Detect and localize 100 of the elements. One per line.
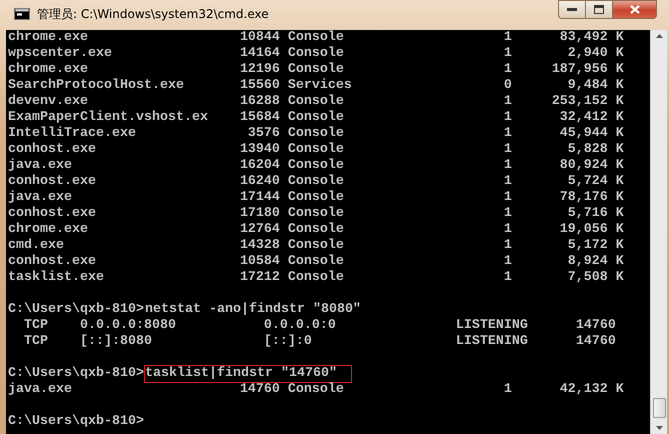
process-id: 17180: [240, 206, 280, 222]
memory-usage: 9,484 K: [566, 78, 624, 94]
session-name: Console: [288, 94, 345, 110]
process-name: devenv.exe: [8, 94, 89, 110]
session-number: 1: [504, 158, 512, 174]
session-name: Console: [288, 158, 345, 174]
process-id: 14760: [576, 318, 616, 334]
session-number: 1: [504, 206, 512, 222]
connection-state: LISTENING: [456, 334, 529, 350]
scroll-thumb[interactable]: [652, 398, 666, 418]
session-number: 1: [504, 174, 512, 190]
protocol: TCP: [24, 334, 49, 350]
process-name: conhost.exe: [8, 206, 97, 222]
process-id: 16204: [240, 158, 280, 174]
minimize-button[interactable]: [558, 0, 585, 19]
session-number: 1: [504, 126, 512, 142]
process-name: cmd.exe: [8, 238, 65, 254]
process-id: 12196: [240, 62, 280, 78]
process-id: 10584: [240, 254, 280, 270]
session-number: 1: [504, 46, 512, 62]
process-name: java.exe: [8, 190, 73, 206]
foreign-address: [::]:0: [264, 334, 313, 350]
memory-usage: 5,724 K: [566, 174, 624, 190]
memory-usage: 253,152 K: [550, 94, 624, 110]
session-number: 1: [504, 382, 512, 398]
process-id: 17144: [240, 190, 280, 206]
maximize-button[interactable]: [585, 0, 612, 19]
prompt-text: C:\Users\qxb-810>: [8, 302, 144, 318]
process-name: IntelliTrace.exe: [8, 126, 137, 142]
scroll-down-icon[interactable]: [656, 426, 662, 430]
process-name: tasklist.exe: [8, 270, 105, 286]
maximize-icon: [594, 5, 604, 14]
memory-usage: 80,924 K: [558, 158, 624, 174]
session-number: 1: [504, 254, 512, 270]
session-number: 1: [504, 270, 512, 286]
session-name: Console: [288, 46, 345, 62]
session-name: Console: [288, 238, 345, 254]
close-icon: [630, 5, 640, 14]
command-text: netstat -ano|findstr "8080": [144, 301, 362, 319]
process-name: chrome.exe: [8, 30, 89, 46]
process-name: wpscenter.exe: [8, 46, 113, 62]
process-id: 13940: [240, 142, 280, 158]
process-name: conhost.exe: [8, 142, 97, 158]
scroll-up-icon[interactable]: [656, 34, 662, 38]
memory-usage: 78,176 K: [558, 190, 624, 206]
session-name: Console: [288, 190, 345, 206]
memory-usage: 5,172 K: [566, 238, 624, 254]
memory-usage: 19,056 K: [558, 222, 624, 238]
memory-usage: 45,944 K: [558, 126, 624, 142]
prompt-text: C:\Users\qxb-810>: [8, 414, 144, 430]
session-number: 1: [504, 94, 512, 110]
session-number: 1: [504, 238, 512, 254]
scrollbar[interactable]: [650, 30, 667, 434]
foreign-address: 0.0.0.0:0: [264, 318, 337, 334]
process-id: 10844: [240, 30, 280, 46]
session-number: 1: [504, 62, 512, 78]
command-text: tasklist|findstr "14760": [144, 365, 352, 383]
process-id: 3576: [246, 126, 280, 142]
process-name: java.exe: [8, 382, 73, 398]
protocol: TCP: [24, 318, 49, 334]
close-button[interactable]: [612, 0, 657, 19]
session-name: Console: [288, 254, 345, 270]
local-address: 0.0.0.0:8080: [80, 318, 177, 334]
session-name: Console: [288, 142, 345, 158]
memory-usage: 42,132 K: [558, 382, 624, 398]
session-name: Services: [288, 78, 353, 94]
session-number: 1: [504, 142, 512, 158]
memory-usage: 2,940 K: [566, 46, 624, 62]
process-name: java.exe: [8, 158, 73, 174]
process-id: 15560: [240, 78, 280, 94]
session-name: Console: [288, 382, 345, 398]
session-number: 0: [504, 78, 512, 94]
process-id: 17212: [240, 270, 280, 286]
memory-usage: 7,508 K: [566, 270, 624, 286]
minimize-icon: [567, 8, 577, 12]
process-id: 14760: [240, 382, 280, 398]
session-number: 1: [504, 110, 512, 126]
session-name: Console: [288, 126, 345, 142]
window-title: 管理员: C:\Windows\system32\cmd.exe: [37, 6, 270, 22]
process-id: 14164: [240, 46, 280, 62]
process-name: SearchProtocolHost.exe: [8, 78, 185, 94]
process-name: chrome.exe: [8, 222, 89, 238]
session-name: Console: [288, 30, 345, 46]
memory-usage: 83,492 K: [558, 30, 624, 46]
memory-usage: 187,956 K: [550, 62, 624, 78]
process-name: chrome.exe: [8, 62, 89, 78]
session-name: Console: [288, 110, 345, 126]
session-number: 1: [504, 30, 512, 46]
connection-state: LISTENING: [456, 318, 529, 334]
process-name: conhost.exe: [8, 254, 97, 270]
memory-usage: 8,924 K: [566, 254, 624, 270]
session-name: Console: [288, 62, 345, 78]
process-id: 16288: [240, 94, 280, 110]
process-id: 14328: [240, 238, 280, 254]
session-name: Console: [288, 174, 345, 190]
memory-usage: 32,412 K: [558, 110, 624, 126]
memory-usage: 5,828 K: [566, 142, 624, 158]
prompt-text: C:\Users\qxb-810>: [8, 366, 144, 382]
console-icon: [14, 8, 30, 20]
session-name: Console: [288, 222, 345, 238]
